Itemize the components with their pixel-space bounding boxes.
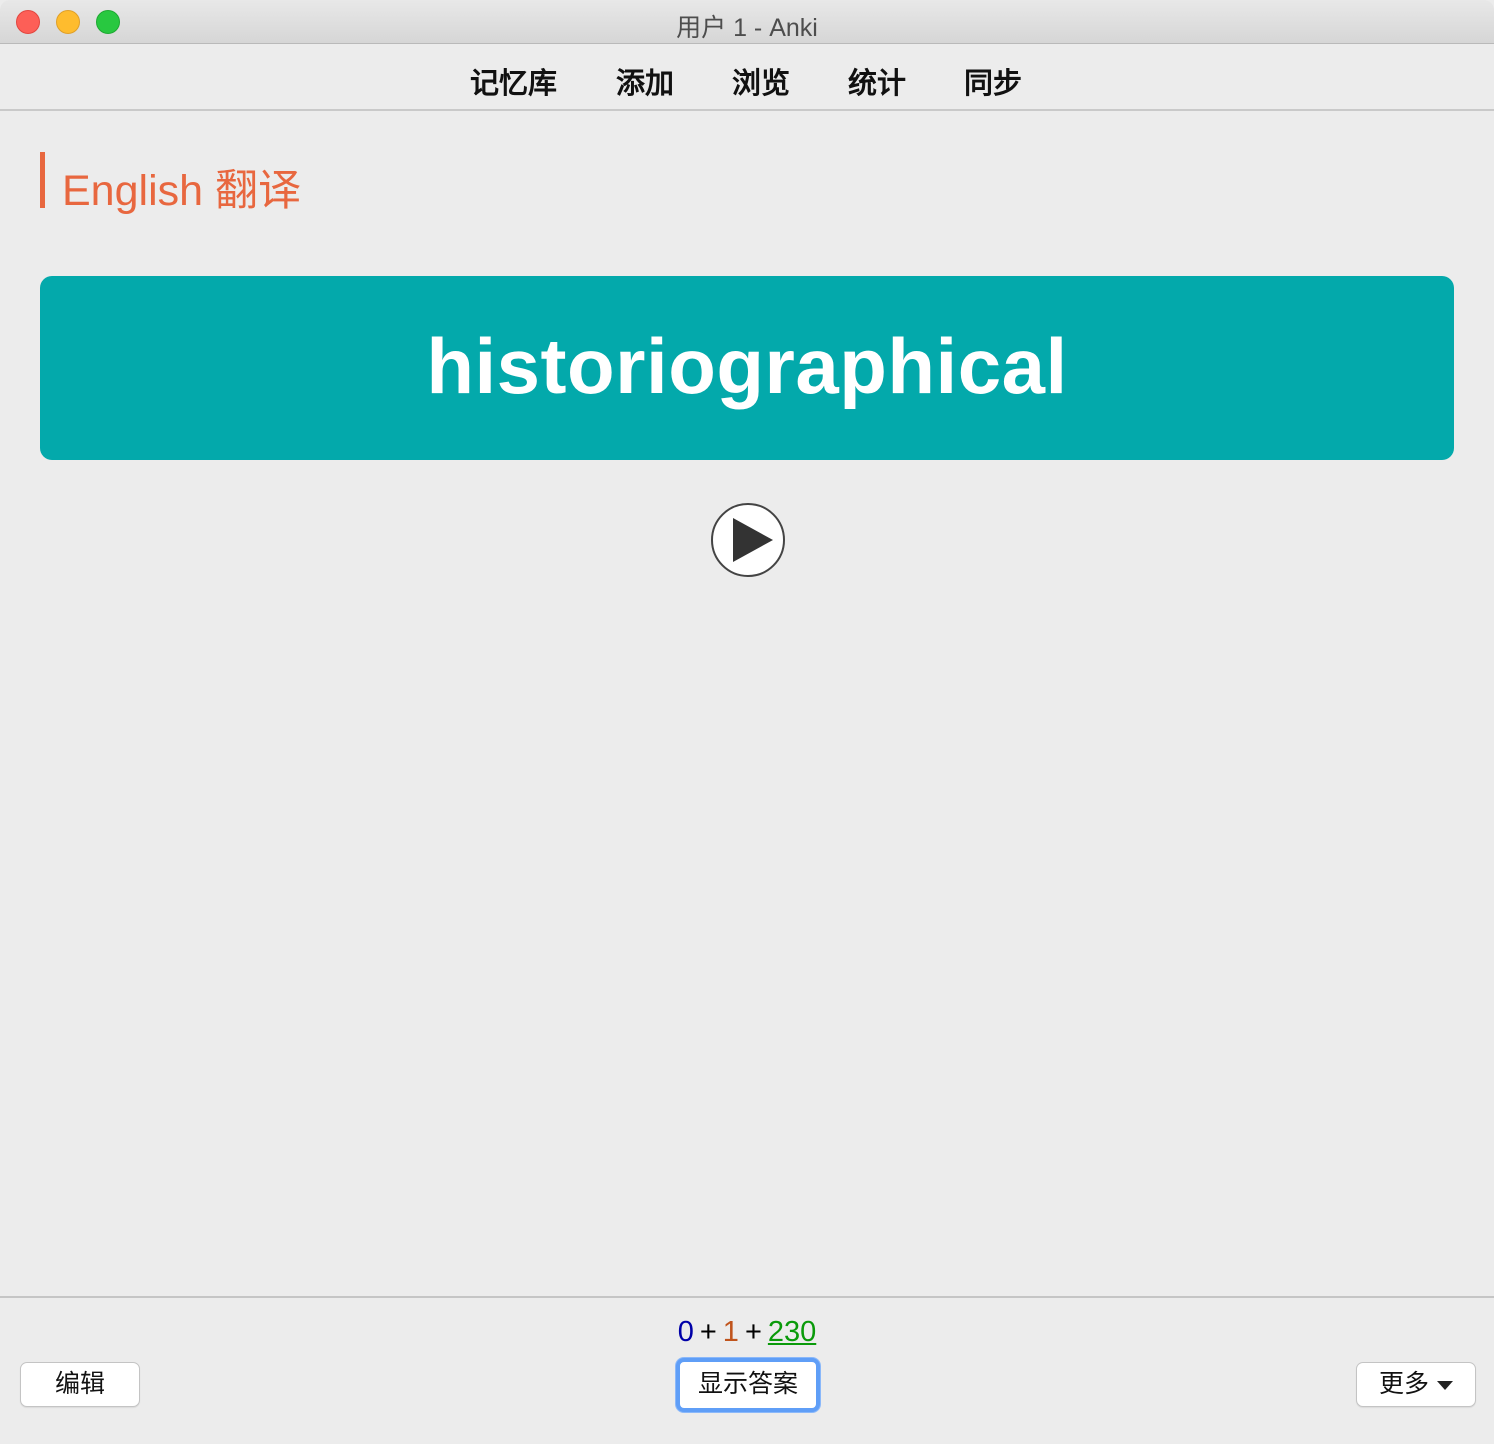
due-counts: 0 +1 +230 [0,1316,1494,1349]
show-answer-button[interactable]: 显示答案 [676,1358,820,1412]
play-audio-button[interactable] [711,503,785,577]
more-button[interactable]: 更多 [1356,1362,1476,1407]
title-bar: 用户 1 - Anki [0,0,1494,44]
edit-button[interactable]: 编辑 [20,1362,140,1407]
anki-window: 用户 1 - Anki 记忆库 添加 浏览 统计 同步 English 翻译 h… [0,0,1494,1444]
count-separator: + [699,1316,717,1348]
learning-count: 1 [722,1316,739,1348]
review-count: 230 [767,1316,817,1348]
count-separator: + [744,1316,762,1348]
card-word: historiographical [426,321,1068,410]
toolbar-browse[interactable]: 浏览 [732,60,790,102]
card-front: historiographical [40,276,1454,460]
toolbar-add[interactable]: 添加 [616,60,674,102]
toolbar-stats[interactable]: 统计 [848,60,906,102]
play-icon [733,518,773,562]
main-toolbar: 记忆库 添加 浏览 统计 同步 [0,44,1494,111]
deck-accent-bar [40,152,45,208]
chevron-down-icon [1437,1380,1453,1390]
toolbar-sync[interactable]: 同步 [964,60,1022,102]
new-count: 0 [677,1316,694,1348]
deck-name: English 翻译 [62,167,301,215]
more-button-label: 更多 [1378,1370,1429,1398]
window-title: 用户 1 - Anki [676,14,818,42]
toolbar-decks[interactable]: 记忆库 [470,60,557,102]
